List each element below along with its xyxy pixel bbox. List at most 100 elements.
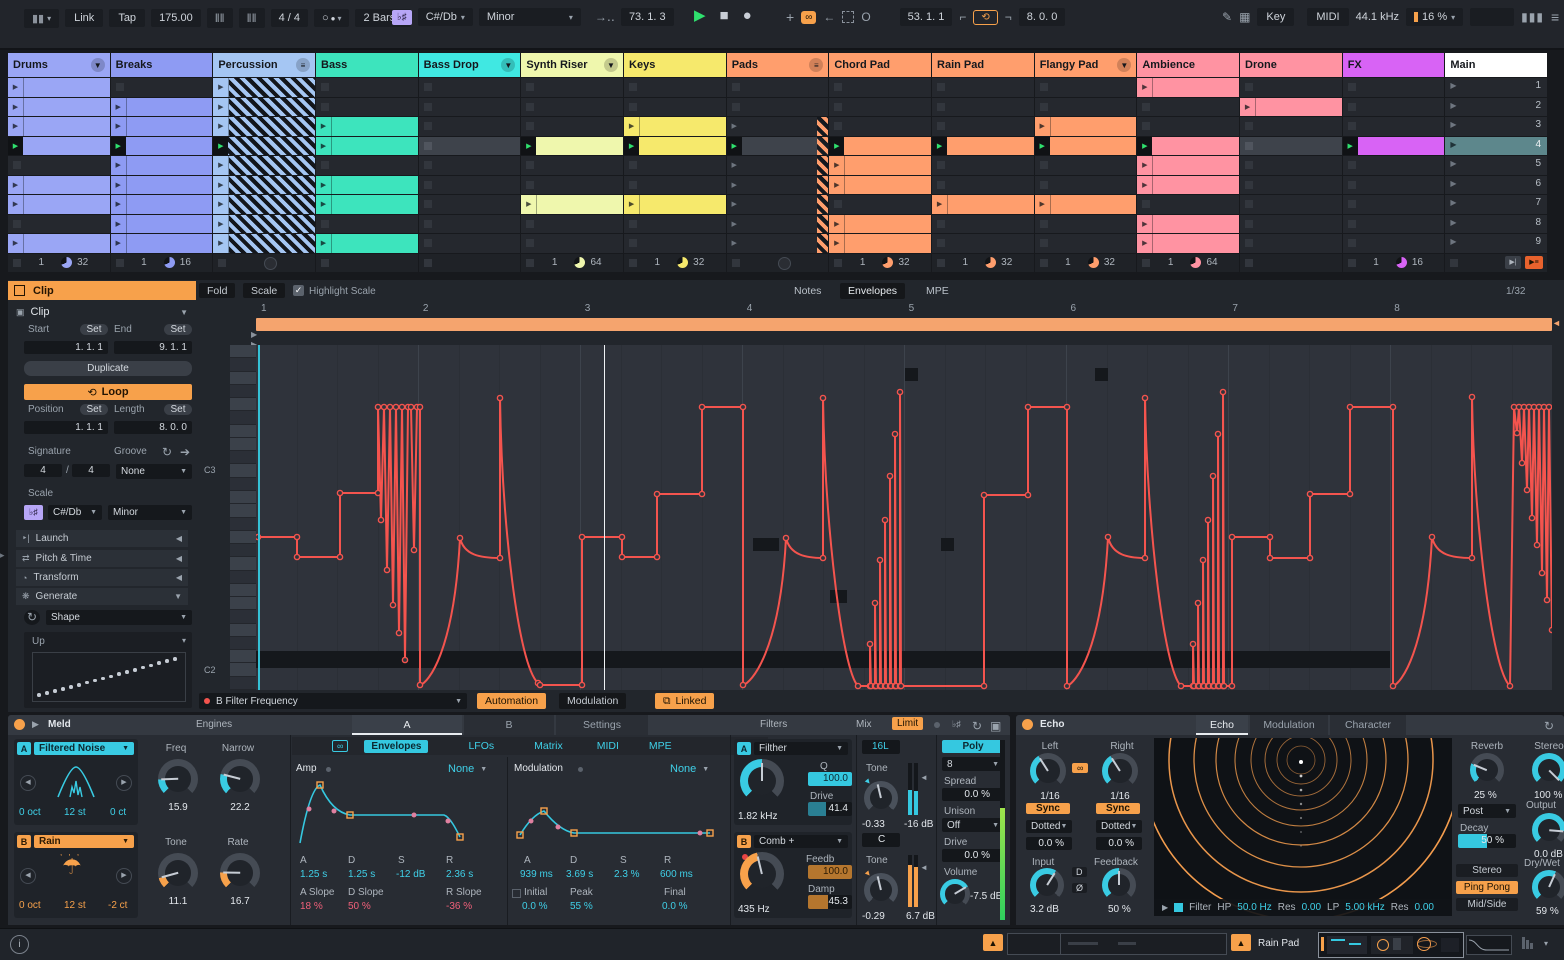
track-header-ambience[interactable]: Ambience [1137, 53, 1240, 77]
clip-header[interactable]: Clip [8, 281, 196, 300]
clip-slot[interactable] [624, 156, 726, 175]
track-header-chord-pad[interactable]: Chord Pad [829, 53, 932, 77]
tab-settings[interactable]: Settings [556, 715, 648, 735]
clip-slot[interactable]: ▶ [624, 136, 726, 155]
reverb-knob[interactable] [1470, 753, 1504, 787]
output-knob[interactable] [1532, 813, 1564, 847]
clip-slot[interactable]: ▶ [110, 136, 213, 155]
clip-slot[interactable]: ▶ [213, 97, 315, 116]
echo-title-bar[interactable]: Echo Echo Modulation Character ↻ [1016, 715, 1564, 735]
clip-launch-button[interactable]: ▶ [829, 234, 846, 253]
track-chevron-icon[interactable]: ▼ [1117, 58, 1132, 72]
filter-b-freq-value[interactable]: 435 Hz [738, 904, 770, 915]
loop-start-field[interactable]: 53. 1. 1 [899, 8, 953, 26]
mod-attack[interactable]: 939 ms [520, 869, 553, 880]
clip-scale-root-menu[interactable]: C#/Db ▼ [48, 505, 102, 520]
engine-b-prev-icon[interactable]: ◀ [20, 868, 36, 884]
mix-a-tone-value[interactable]: -0.33 [862, 819, 885, 830]
new-midi-icon[interactable]: + [786, 9, 794, 25]
mixer-toggle-icon[interactable]: ▮▮▮ [1521, 10, 1544, 24]
track-header-synth-riser[interactable]: Synth Riser ▼ [521, 53, 623, 77]
filter-b-feedback-slider[interactable]: 100.0 [808, 865, 852, 879]
track-menu-icon[interactable]: ≡ [295, 58, 310, 72]
end-field[interactable]: 9. 1. 1 [114, 341, 192, 354]
clip-slot[interactable]: ▶ [8, 78, 110, 97]
clip-launch-button[interactable]: ▶ [1137, 78, 1154, 97]
clip-slot[interactable] [1240, 78, 1342, 97]
mix-a-level-handle[interactable]: ◄ [920, 773, 928, 782]
env-link-icon[interactable]: ∞ [332, 740, 349, 752]
clip-slot[interactable] [1240, 117, 1342, 136]
scale-mode-icon[interactable]: ♭♯ [392, 9, 412, 25]
loop-brace[interactable] [256, 318, 1552, 331]
echo-on-toggle[interactable] [1022, 719, 1033, 730]
track-header-main[interactable]: Main [1445, 53, 1548, 77]
clip-playing-button[interactable]: ▶ [213, 136, 229, 155]
tab-mpe[interactable]: MPE [918, 283, 957, 299]
start-set-button[interactable]: Set [80, 324, 108, 335]
tab-envelopes[interactable]: Envelopes [840, 283, 906, 299]
echo-feedback-knob[interactable] [1102, 868, 1136, 902]
echo-right-value[interactable]: 1/16 [1102, 791, 1138, 802]
signature-denominator-field[interactable]: 4 [72, 464, 110, 477]
clip-slot[interactable] [932, 214, 1034, 233]
metronome-toggle[interactable]: ○ ● ▾ [313, 9, 350, 27]
follow-icon[interactable]: →‥ [595, 10, 615, 24]
clip-slot[interactable]: ▶ [1034, 136, 1137, 155]
shape-menu[interactable]: Shape ▼ [46, 610, 192, 625]
clip-slot[interactable]: ▶ [213, 214, 315, 233]
drywet-value[interactable]: 59 % [1536, 906, 1559, 917]
clip-slot[interactable]: ▶ [316, 136, 418, 155]
echo-input-value[interactable]: 3.2 dB [1030, 904, 1059, 915]
save-preset-icon[interactable]: ▣ [990, 719, 1001, 733]
fold-button[interactable]: Fold [199, 283, 236, 298]
clip-slot[interactable] [932, 97, 1034, 116]
clip-slot[interactable]: ▶ [213, 195, 315, 214]
track-chevron-icon[interactable]: ▼ [604, 58, 618, 72]
clip-playing-button[interactable]: ▶ [1137, 136, 1153, 155]
clip-slot[interactable] [1240, 214, 1342, 233]
clip-slot[interactable]: ▶ [1137, 156, 1240, 175]
punch-in-icon[interactable]: ⌐ [959, 10, 966, 24]
clip-slot[interactable]: ▶ [829, 156, 932, 175]
clip-slot[interactable]: ▶ [829, 214, 932, 233]
freq-knob[interactable] [158, 759, 198, 799]
clip-slot[interactable] [521, 214, 623, 233]
control-surface-icon[interactable]: ▮▮ ▾ [24, 8, 60, 28]
mode-stereo-button[interactable]: Stereo [1456, 864, 1518, 877]
track-header-bass-drop[interactable]: Bass Drop ▼ [418, 53, 521, 77]
mix-a-tone-knob[interactable] [864, 781, 898, 815]
track-status-main[interactable]: ▶| ▶≡ [1445, 254, 1548, 272]
clip-slot[interactable]: ▶ [521, 195, 623, 214]
clip-slot[interactable] [8, 214, 110, 233]
position-field[interactable]: 1. 1. 1 [24, 421, 108, 434]
tab-engine-a[interactable]: A [352, 715, 462, 735]
clip-slot[interactable] [829, 97, 932, 116]
track-status-percussion[interactable] [213, 254, 315, 272]
mod-decay[interactable]: 3.69 s [566, 869, 593, 880]
filter-b-damp-slider[interactable]: 45.3 [808, 895, 852, 909]
clip-slot[interactable] [418, 136, 521, 155]
engine-b-next-icon[interactable]: ▶ [116, 868, 132, 884]
clip-slot[interactable]: ▶ [110, 195, 213, 214]
clip-slot[interactable]: ▶ [1137, 214, 1240, 233]
clip-slot[interactable] [1240, 136, 1342, 155]
loop-length-field[interactable]: 8. 0. 0 [1018, 8, 1066, 26]
amp-release[interactable]: 2.36 s [446, 869, 473, 880]
volume-knob[interactable] [940, 879, 970, 909]
section-pitch-time[interactable]: ⇄ Pitch & Time ◀ [16, 550, 188, 567]
clip-slot[interactable] [1342, 195, 1445, 214]
filter-a-type-menu[interactable]: Filther ▼ [754, 742, 848, 755]
clip-slot[interactable] [1034, 214, 1137, 233]
clip-playing-button[interactable]: ▶ [521, 136, 537, 155]
scene-7[interactable]: ▶ 7 [1445, 195, 1548, 214]
engine-a-oct[interactable]: 0 oct [19, 807, 41, 818]
stereo-width-knob[interactable] [1532, 753, 1564, 787]
clip-slot[interactable] [418, 234, 521, 253]
grid-value[interactable]: 1/32 [1506, 286, 1525, 297]
echo-res2-value[interactable]: 0.00 [1415, 902, 1434, 913]
clip-slot[interactable]: ▶ [110, 117, 213, 136]
group-slot-play[interactable]: ▶ [727, 215, 742, 234]
position-set-button[interactable]: Set [80, 404, 108, 415]
clip-collapse-icon[interactable]: ▼ [180, 308, 188, 317]
